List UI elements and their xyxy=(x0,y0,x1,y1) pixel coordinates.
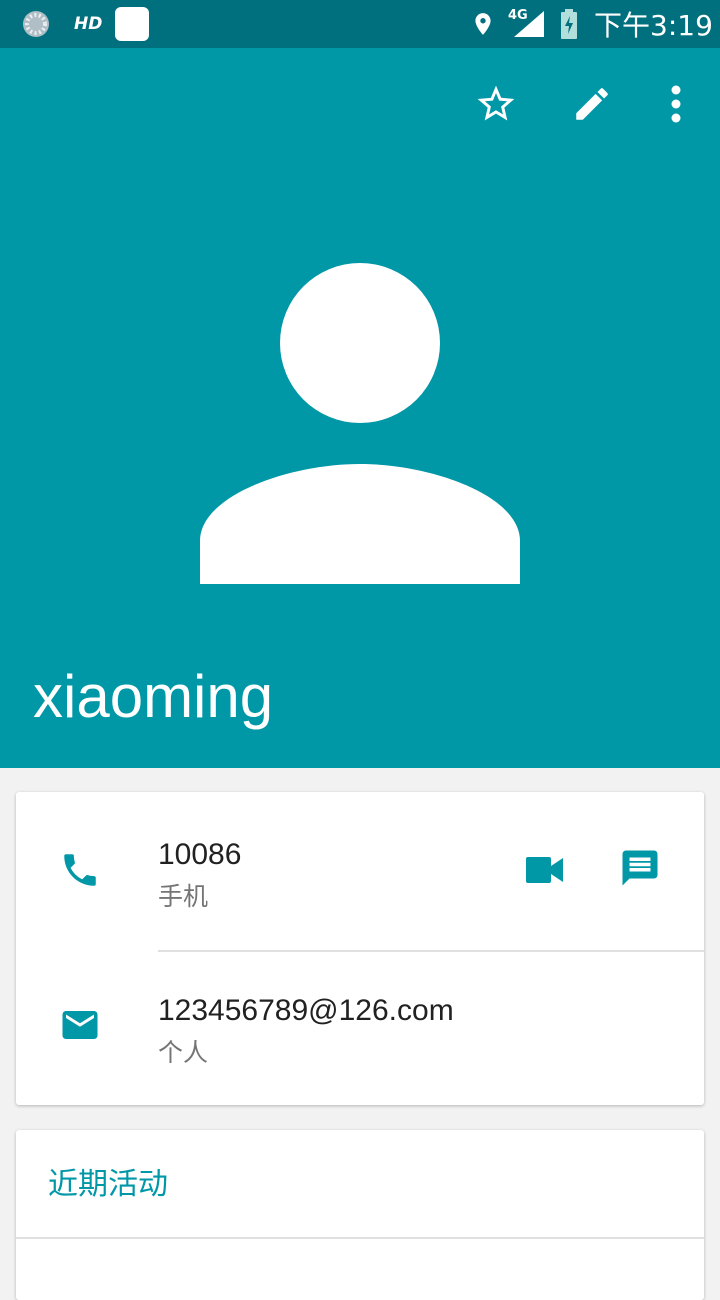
email-icon xyxy=(56,1001,104,1049)
status-bar: HD 4G 下午3:19 xyxy=(0,0,720,48)
message-button[interactable] xyxy=(614,842,666,894)
email-address: 123456789@126.com xyxy=(158,994,454,1027)
recent-activity-card: 近期活动 xyxy=(16,1130,704,1300)
pencil-icon xyxy=(576,88,608,120)
message-icon xyxy=(622,850,658,886)
hd-indicator: HD xyxy=(74,14,103,34)
location-icon xyxy=(470,0,496,48)
contact-header: xiaoming xyxy=(0,48,720,768)
battery-charging-icon xyxy=(560,0,578,48)
signal-icon: 4G xyxy=(508,0,546,48)
phone-number: 10086 xyxy=(158,838,242,871)
star-outline-icon xyxy=(477,85,515,121)
favorite-button[interactable] xyxy=(468,76,524,132)
video-call-button[interactable] xyxy=(519,846,571,894)
phone-type-label: 手机 xyxy=(158,882,209,911)
videocam-icon xyxy=(526,857,563,883)
more-options-button[interactable] xyxy=(648,76,704,132)
person-placeholder-icon xyxy=(200,263,520,584)
email-type-label: 个人 xyxy=(158,1038,209,1067)
email-row[interactable]: 123456789@126.com 个人 xyxy=(16,949,704,1105)
network-type-label: 4G xyxy=(508,8,528,23)
phone-row[interactable]: 10086 手机 xyxy=(16,792,704,948)
more-vert-icon xyxy=(671,85,681,123)
edit-button[interactable] xyxy=(564,76,620,132)
notification-app-icon xyxy=(115,0,149,48)
phone-icon xyxy=(56,846,104,894)
recent-activity-title: 近期活动 xyxy=(48,1167,168,1202)
contact-details-card: 10086 手机 123456789@126.com 个人 xyxy=(16,792,704,1105)
section-divider xyxy=(16,1237,704,1239)
status-time: 下午3:19 xyxy=(594,9,713,42)
loading-spinner-icon xyxy=(20,0,52,48)
contact-name: xiaoming xyxy=(33,663,274,730)
contact-avatar xyxy=(200,263,520,584)
